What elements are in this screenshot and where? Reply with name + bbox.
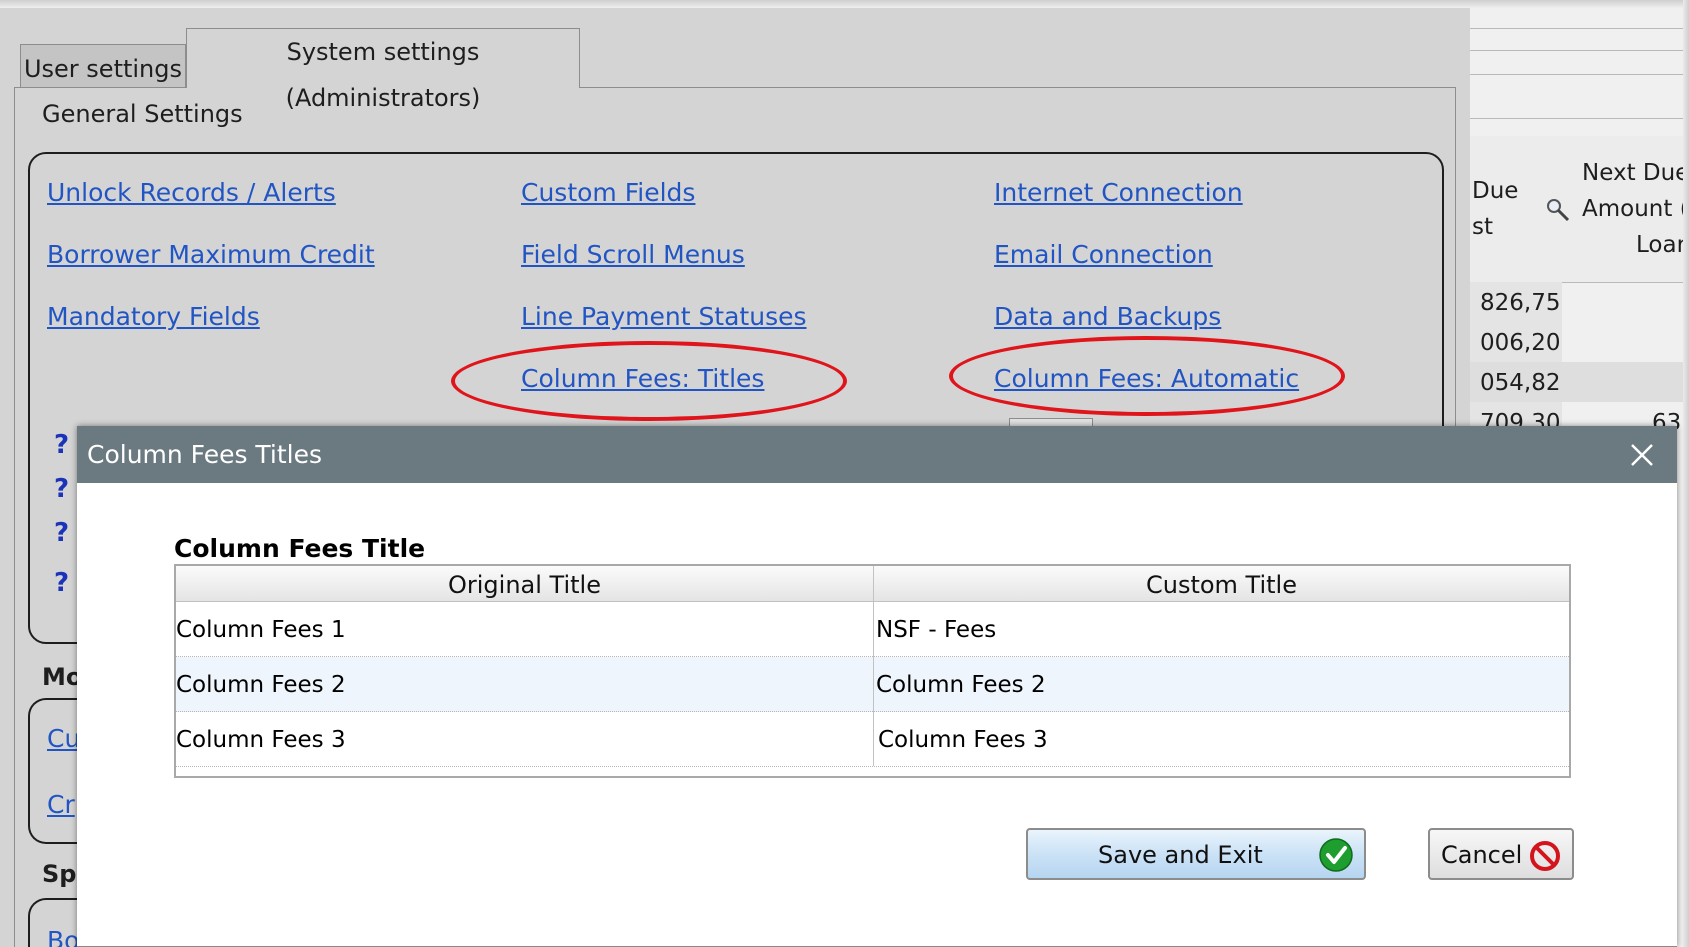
grid-caption: Column Fees Title xyxy=(174,534,426,563)
link-cu[interactable]: Cu xyxy=(47,724,80,753)
table-cell: 826,75 xyxy=(1480,290,1561,316)
magnifier-icon[interactable] xyxy=(1544,196,1572,224)
dialog-title: Column Fees Titles xyxy=(87,440,323,469)
column-header: st xyxy=(1472,214,1494,240)
column-header-original-title[interactable]: Original Title xyxy=(176,566,873,602)
link-line-payment-statuses[interactable]: Line Payment Statuses xyxy=(521,302,807,331)
column-header-custom-title[interactable]: Custom Title xyxy=(873,566,1569,602)
cell-custom-title[interactable]: NSF - Fees xyxy=(876,602,1569,657)
table-cell: 054,82 xyxy=(1480,370,1561,396)
screen: User settings System settings (Administr… xyxy=(0,0,1689,947)
general-settings-heading: General Settings xyxy=(42,100,243,128)
link-unlock-records-alerts[interactable]: Unlock Records / Alerts xyxy=(47,178,336,207)
cell-original-title: Column Fees 2 xyxy=(176,672,346,698)
highlight-ellipse-automatic xyxy=(949,336,1345,416)
cancel-button[interactable]: Cancel xyxy=(1428,828,1574,880)
cell-custom-title[interactable]: Column Fees 2 xyxy=(876,657,1569,712)
highlight-ellipse-titles xyxy=(451,341,847,421)
checkmark-circle-icon xyxy=(1319,838,1353,872)
help-icon[interactable]: ? xyxy=(54,568,69,598)
cell-custom-title[interactable]: Column Fees 3 xyxy=(878,712,1569,767)
help-icon[interactable]: ? xyxy=(54,430,69,460)
cancel-button-label: Cancel xyxy=(1441,841,1523,869)
save-button-label: Save and Exit xyxy=(1098,841,1263,869)
frame-shadow xyxy=(1683,0,1689,947)
tab-system-settings[interactable]: System settings (Administrators) xyxy=(186,28,580,112)
column-header: Due xyxy=(1472,178,1519,204)
toolbar-rule xyxy=(1470,74,1683,75)
close-icon[interactable] xyxy=(1623,436,1661,474)
cell-original-title: Column Fees 3 xyxy=(176,727,346,753)
link-cr[interactable]: Cr xyxy=(47,790,75,819)
toolbar-rule xyxy=(1470,50,1683,51)
help-icon[interactable]: ? xyxy=(54,474,69,504)
prohibited-icon xyxy=(1530,841,1560,871)
frame-shadow xyxy=(0,0,1689,8)
tab-user-settings[interactable]: User settings xyxy=(20,44,186,88)
help-icon[interactable]: ? xyxy=(54,518,69,548)
toolbar-rule xyxy=(1470,118,1683,119)
column-header: Next Due xyxy=(1582,160,1683,186)
link-custom-fields[interactable]: Custom Fields xyxy=(521,178,695,207)
dialog-titlebar[interactable]: Column Fees Titles xyxy=(77,426,1677,483)
column-separator xyxy=(873,602,874,766)
column-header: Loar xyxy=(1636,232,1683,258)
link-email-connection[interactable]: Email Connection xyxy=(994,240,1213,269)
toolbar-rule xyxy=(1470,28,1683,29)
section-heading-sp: Sp xyxy=(42,860,77,888)
link-borrower-maximum-credit[interactable]: Borrower Maximum Credit xyxy=(47,240,375,269)
link-data-and-backups[interactable]: Data and Backups xyxy=(994,302,1221,331)
save-and-exit-button[interactable]: Save and Exit xyxy=(1026,828,1366,880)
table-cell: 006,20 xyxy=(1480,330,1561,356)
column-fees-titles-dialog: Column Fees Titles Column Fees Title Ori… xyxy=(77,426,1677,947)
cell-original-title: Column Fees 1 xyxy=(176,617,346,643)
column-header: Amount ( xyxy=(1582,196,1683,222)
link-bo[interactable]: Bo xyxy=(47,926,79,947)
link-internet-connection[interactable]: Internet Connection xyxy=(994,178,1243,207)
link-mandatory-fields[interactable]: Mandatory Fields xyxy=(47,302,260,331)
column-fees-grid: Original Title Custom Title Column Fees … xyxy=(174,564,1571,778)
link-field-scroll-menus[interactable]: Field Scroll Menus xyxy=(521,240,745,269)
